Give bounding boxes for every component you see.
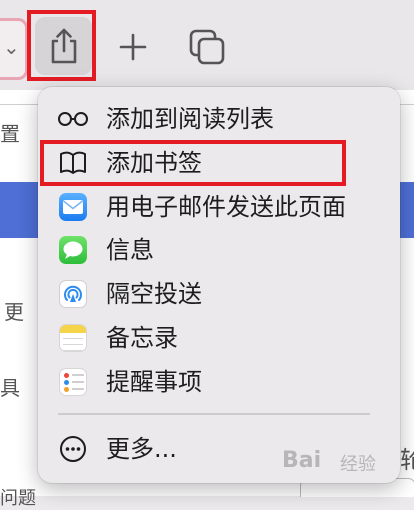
menu-item-reading-list[interactable]: 添加到阅读列表 bbox=[38, 99, 400, 139]
menu-item-label: 信息 bbox=[106, 236, 154, 264]
more-ellipsis-icon bbox=[57, 433, 89, 465]
bg-text: 更 bbox=[4, 300, 24, 324]
menu-item-label: 提醒事项 bbox=[106, 368, 202, 396]
share-highlight-box bbox=[27, 10, 96, 81]
bg-blue-block bbox=[0, 182, 40, 238]
bg-text: 轮 bbox=[400, 446, 414, 474]
menu-item-email-page[interactable]: 用电子邮件发送此页面 bbox=[38, 187, 400, 227]
messages-icon bbox=[57, 234, 89, 266]
watermark-text: 经验 bbox=[340, 454, 376, 475]
chevron-icon: ⌄ bbox=[3, 35, 20, 59]
menu-item-airdrop[interactable]: 隔空投送 bbox=[38, 274, 400, 314]
address-bar-stub[interactable]: ⌄ bbox=[0, 18, 28, 80]
bookmark-highlight-box bbox=[40, 140, 346, 186]
new-tab-button[interactable] bbox=[112, 26, 154, 68]
tabs-overview-button[interactable] bbox=[184, 24, 230, 70]
bg-text: 置 bbox=[0, 122, 20, 146]
airdrop-icon bbox=[57, 278, 89, 310]
menu-item-label: 用电子邮件发送此页面 bbox=[106, 193, 346, 221]
menu-item-reminders[interactable]: 提醒事项 bbox=[38, 362, 400, 402]
menu-item-label: 添加到阅读列表 bbox=[106, 105, 274, 133]
menu-item-label: 隔空投送 bbox=[106, 280, 202, 308]
menu-divider bbox=[58, 413, 370, 415]
menu-item-label: 更多... bbox=[106, 435, 177, 463]
watermark-logo: Bai bbox=[282, 448, 322, 473]
menu-item-label: 备忘录 bbox=[106, 324, 178, 352]
tabs-overview-icon bbox=[189, 29, 225, 65]
reminders-icon bbox=[57, 366, 89, 398]
bg-text: 具 bbox=[0, 376, 20, 400]
menu-item-notes[interactable]: 备忘录 bbox=[38, 318, 400, 358]
mail-icon bbox=[57, 191, 89, 223]
bg-text: 问题 bbox=[0, 488, 36, 509]
reading-list-icon bbox=[57, 103, 89, 135]
plus-icon bbox=[119, 33, 147, 61]
menu-item-messages[interactable]: 信息 bbox=[38, 230, 400, 270]
bg-blue-block-right bbox=[398, 182, 414, 238]
notes-icon bbox=[57, 322, 89, 354]
